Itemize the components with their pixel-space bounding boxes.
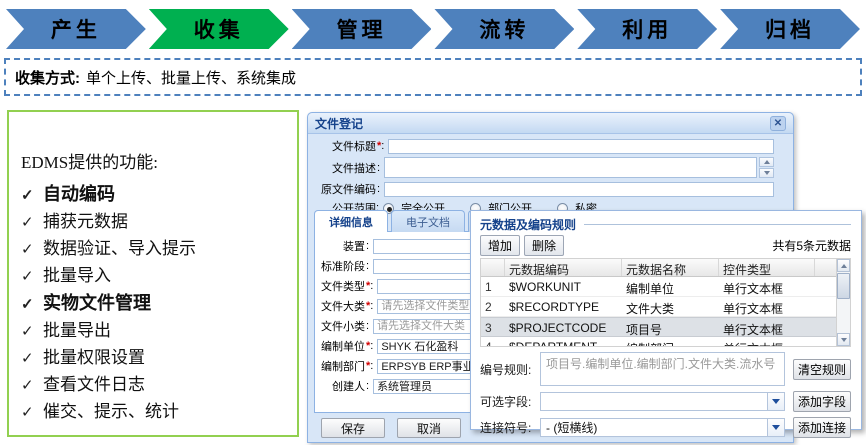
file-subcategory-label: 文件小类 [317, 318, 365, 334]
metadata-rules-panel: 元数据及编码规则 增加 删除 共有5条元数据 元数据编码 元数据名称 控件类型 … [470, 210, 862, 430]
description-scroll [759, 157, 774, 178]
scrollbar-down-icon[interactable] [837, 333, 850, 346]
optional-field-select[interactable] [540, 392, 785, 411]
header-metadata-name: 元数据名称 [622, 259, 719, 276]
metadata-panel-title: 元数据及编码规则 [480, 216, 576, 233]
file-title-input[interactable] [388, 139, 774, 154]
check-icon: ✓ [21, 264, 43, 290]
feature-item: ✓查看文件日志 [21, 372, 291, 399]
file-category-label: 文件大类 [317, 298, 365, 314]
table-row[interactable]: 1 $WORKUNIT 编制单位 单行文本框 [481, 277, 836, 297]
collection-method-label: 收集方式: [15, 67, 80, 88]
collection-method-note: 收集方式: 单个上传、批量上传、系统集成 [4, 58, 862, 96]
chevron-down-icon[interactable] [767, 393, 784, 410]
metadata-panel-header: 元数据及编码规则 [480, 216, 851, 232]
optional-field-row: 可选字段: 添加字段 [480, 391, 851, 412]
numbering-rule-label: 编号规则: [480, 361, 540, 378]
feature-item: ✓批量权限设置 [21, 345, 291, 372]
flow-step-archive: 归档 [720, 9, 860, 49]
table-row[interactable]: 2 $RECORDTYPE 文件大类 单行文本框 [481, 297, 836, 317]
device-label: 装置 [317, 238, 365, 254]
header-metadata-code: 元数据编码 [505, 259, 622, 276]
compile-unit-label: 编制单位 [317, 338, 365, 354]
process-flow: 产生 收集 管理 流转 利用 归档 [6, 9, 860, 49]
dialog-title: 文件登记 [315, 115, 363, 132]
check-icon: ✓ [21, 183, 43, 209]
cancel-button[interactable]: 取消 [397, 418, 461, 438]
save-button[interactable]: 保存 [321, 418, 385, 438]
optional-field-label: 可选字段: [480, 393, 540, 410]
table-row[interactable]: 4 $DEPARTMENT 编制部门 单行文本框 [481, 337, 836, 346]
feature-item: ✓捕获元数据 [21, 209, 291, 236]
check-icon: ✓ [21, 319, 43, 345]
feature-item: ✓批量导出 [21, 318, 291, 345]
flow-step-produce: 产生 [6, 9, 146, 49]
dialog-top-fields: 文件标题*: 文件描述: 原文件编码: 公开范围: [308, 134, 793, 216]
features-title: EDMS提供的功能: [21, 148, 291, 173]
check-icon: ✓ [21, 400, 43, 426]
header-control-type: 控件类型 [719, 259, 815, 276]
metadata-table: 元数据编码 元数据名称 控件类型 1 $WORKUNIT 编制单位 单行文本框 … [480, 258, 851, 347]
feature-item: ✓批量导入 [21, 263, 291, 290]
chevron-down-icon[interactable] [767, 419, 784, 436]
scroll-up-icon[interactable] [759, 157, 774, 167]
features-box: EDMS提供的功能: ✓自动编码 ✓捕获元数据 ✓数据验证、导入提示 ✓批量导入… [7, 110, 299, 437]
collection-method-text: 单个上传、批量上传、系统集成 [86, 67, 296, 88]
check-icon: ✓ [21, 373, 43, 399]
check-icon: ✓ [21, 237, 43, 263]
check-icon: ✓ [21, 292, 43, 318]
file-title-label: 文件标题 [314, 138, 376, 154]
file-description-label: 文件描述 [314, 160, 376, 176]
field-row-title: 文件标题*: [314, 138, 774, 154]
delete-metadata-button[interactable]: 删除 [524, 235, 564, 256]
feature-item: ✓自动编码 [21, 181, 291, 209]
file-type-label: 文件类型 [317, 278, 365, 294]
original-code-label: 原文件编码 [314, 181, 376, 197]
flow-step-use: 利用 [577, 9, 717, 49]
creator-label: 创建人 [317, 378, 365, 394]
tab-electronic-doc[interactable]: 电子文档 [391, 210, 465, 232]
add-field-button[interactable]: 添加字段 [793, 391, 851, 412]
feature-item: ✓催交、提示、统计 [21, 399, 291, 426]
table-scrollbar[interactable] [836, 258, 851, 347]
scroll-down-icon[interactable] [759, 168, 774, 178]
flow-step-flow: 流转 [434, 9, 574, 49]
table-row-selected[interactable]: 3 $PROJECTCODE 项目号 单行文本框 [481, 317, 836, 337]
metadata-toolbar: 增加 删除 共有5条元数据 [480, 235, 851, 255]
tab-detail-info[interactable]: 详细信息 [314, 210, 388, 232]
close-icon[interactable]: ✕ [770, 116, 786, 131]
connector-select[interactable]: - (短横线) [540, 418, 785, 437]
add-connector-button[interactable]: 添加连接 [793, 417, 851, 438]
dialog-footer: 保存 取消 [321, 418, 461, 438]
table-header: 元数据编码 元数据名称 控件类型 [481, 259, 836, 277]
add-metadata-button[interactable]: 增加 [480, 235, 520, 256]
standard-phase-label: 标准阶段 [317, 258, 365, 274]
metadata-count: 共有5条元数据 [772, 237, 851, 254]
numbering-rule-row: 编号规则: 清空规则 [480, 352, 851, 386]
header-row-number [481, 259, 505, 276]
scrollbar-up-icon[interactable] [837, 259, 850, 272]
check-icon: ✓ [21, 210, 43, 236]
header-divider [584, 224, 851, 225]
table-body: 1 $WORKUNIT 编制单位 单行文本框 2 $RECORDTYPE 文件大… [481, 277, 836, 346]
slide-canvas: 产生 收集 管理 流转 利用 归档 收集方式: 单个上传、批量上传、系统集成 E… [0, 0, 866, 445]
numbering-rule-textarea[interactable] [540, 352, 785, 386]
flow-step-collect: 收集 [149, 9, 289, 49]
feature-item: ✓数据验证、导入提示 [21, 236, 291, 263]
connector-row: 连接符号: - (短横线) 添加连接 [480, 417, 851, 438]
scrollbar-thumb[interactable] [837, 273, 850, 299]
original-code-input[interactable] [384, 182, 774, 197]
field-row-original-code: 原文件编码: [314, 181, 774, 197]
check-icon: ✓ [21, 346, 43, 372]
dialog-titlebar[interactable]: 文件登记 ✕ [308, 113, 793, 134]
field-row-description: 文件描述: [314, 157, 774, 178]
flow-step-manage: 管理 [292, 9, 432, 49]
feature-item: ✓实物文件管理 [21, 290, 291, 318]
compile-department-label: 编制部门 [317, 358, 365, 374]
file-description-textarea[interactable] [384, 157, 757, 178]
clear-rule-button[interactable]: 清空规则 [793, 359, 851, 380]
connector-label: 连接符号: [480, 419, 540, 436]
